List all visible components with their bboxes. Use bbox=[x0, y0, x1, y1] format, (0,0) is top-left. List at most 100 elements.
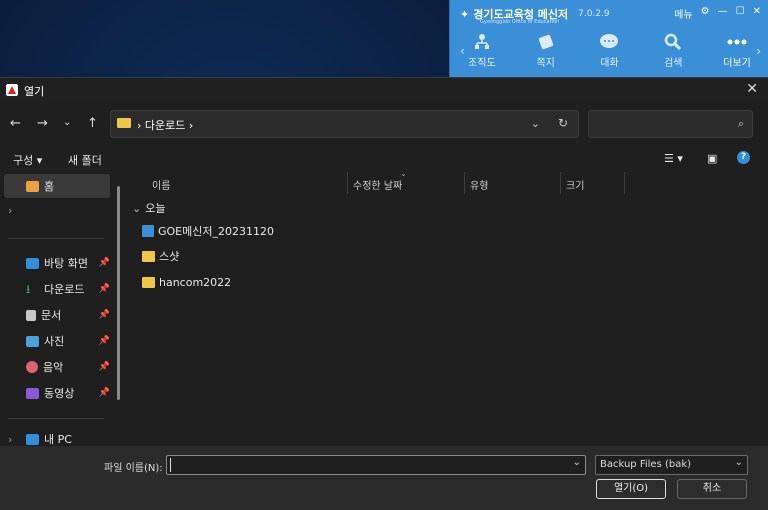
column-date-modified[interactable]: 수정한 날짜 bbox=[353, 177, 402, 192]
pin-icon[interactable]: 📌 bbox=[99, 258, 110, 268]
document-icon bbox=[26, 309, 36, 321]
column-divider[interactable] bbox=[560, 172, 561, 194]
list-item[interactable]: hancom2022 bbox=[142, 271, 231, 293]
home-icon bbox=[26, 180, 39, 192]
chat-icon bbox=[600, 34, 619, 48]
search-icon bbox=[665, 33, 682, 51]
filetype-select[interactable]: Backup Files (bak) ⌄ bbox=[595, 455, 748, 475]
sort-chevron-icon: ⌄ bbox=[400, 169, 407, 178]
sidebar-item-pictures[interactable]: 사진 📌 bbox=[0, 329, 112, 353]
messenger-logo-icon: ✦ bbox=[460, 7, 470, 21]
messenger-window: ✦ 경기도교육청 메신저 7.0.2.9 Gyeonggido Office o… bbox=[449, 0, 768, 78]
search-icon: ⌕ bbox=[737, 117, 744, 130]
org-chart-icon bbox=[474, 34, 489, 49]
messenger-nav-note[interactable]: 쪽지 bbox=[514, 30, 578, 74]
filename-field[interactable]: ⌄ bbox=[166, 455, 586, 475]
filename-label: 파일 이름(N): bbox=[104, 463, 163, 474]
chevron-down-icon[interactable]: ⌄ bbox=[573, 457, 581, 468]
column-size[interactable]: 크기 bbox=[566, 177, 584, 192]
chevron-right-icon[interactable]: › bbox=[8, 433, 12, 446]
sidebar-item-documents[interactable]: 문서 📌 bbox=[0, 303, 112, 327]
dialog-title: 열기 bbox=[24, 85, 45, 98]
sidebar-item-desktop[interactable]: 바탕 화면 📌 bbox=[0, 251, 112, 275]
sidebar-divider bbox=[8, 418, 104, 419]
breadcrumb-item-downloads[interactable]: 다운로드 bbox=[145, 119, 185, 132]
pin-icon[interactable]: 📌 bbox=[99, 362, 110, 372]
video-icon bbox=[26, 387, 39, 399]
messenger-nav-chat[interactable]: 대화 bbox=[578, 30, 642, 74]
messenger-version: 7.0.2.9 bbox=[578, 9, 610, 19]
pin-icon[interactable]: 📌 bbox=[99, 310, 110, 320]
column-divider[interactable] bbox=[624, 172, 625, 194]
maximize-icon[interactable]: ☐ bbox=[736, 6, 745, 21]
dialog-footer: 파일 이름(N): ⌄ Backup Files (bak) ⌄ 열기(O) 취… bbox=[0, 446, 768, 510]
sidebar-item-videos[interactable]: 동영상 📌 bbox=[0, 381, 112, 405]
column-name[interactable]: 이름 bbox=[152, 177, 170, 192]
view-list-icon[interactable]: ☰ ▾ bbox=[664, 152, 683, 165]
close-icon[interactable]: ✕ bbox=[746, 81, 758, 97]
note-icon bbox=[538, 34, 553, 50]
list-item[interactable]: 스샷 bbox=[142, 245, 179, 267]
messenger-nav-search[interactable]: 검색 bbox=[641, 30, 705, 74]
chevron-down-icon: ⌄ bbox=[132, 202, 142, 215]
computer-icon bbox=[26, 433, 39, 445]
preview-pane-icon[interactable]: ▣ bbox=[707, 152, 717, 165]
forward-arrow-icon[interactable]: → bbox=[37, 116, 48, 131]
cancel-button[interactable]: 취소 bbox=[677, 479, 747, 499]
app-file-icon bbox=[142, 225, 154, 237]
open-button[interactable]: 열기(O) bbox=[596, 479, 666, 499]
pin-icon[interactable]: 📌 bbox=[99, 284, 110, 294]
minimize-icon[interactable]: — bbox=[718, 6, 728, 21]
search-input[interactable]: ⌕ bbox=[588, 110, 753, 138]
column-divider[interactable] bbox=[464, 172, 465, 194]
pin-icon[interactable]: 📌 bbox=[99, 336, 110, 346]
sidebar-item-downloads[interactable]: ⭳ 다운로드 📌 bbox=[0, 277, 112, 301]
messenger-controls: 메뉴 ⚙ — ☐ ✕ bbox=[674, 6, 761, 21]
music-icon bbox=[26, 361, 38, 373]
text-caret bbox=[170, 458, 171, 472]
picture-icon bbox=[26, 335, 39, 347]
more-dots-icon bbox=[727, 39, 747, 45]
help-icon[interactable]: ? bbox=[737, 151, 750, 164]
desktop-icon bbox=[26, 257, 39, 269]
messenger-nav-more[interactable]: 더보기 bbox=[705, 30, 768, 74]
open-file-dialog: 열기 ✕ ← → ⌄ ↑ › 다운로드 › ⌄ ↻ ⌕ 구성 ▾ 새 폴더 ☰ … bbox=[0, 77, 768, 510]
gear-icon[interactable]: ⚙ bbox=[701, 6, 710, 21]
column-divider[interactable] bbox=[347, 172, 348, 194]
breadcrumb: › 다운로드 › bbox=[137, 119, 194, 132]
folder-icon bbox=[142, 250, 155, 262]
recent-locations-chevron-icon[interactable]: ⌄ bbox=[63, 117, 71, 128]
refresh-icon[interactable]: ↻ bbox=[558, 116, 568, 130]
command-bar: 구성 ▾ 새 폴더 ☰ ▾ ▣ ? bbox=[0, 146, 768, 172]
folder-icon bbox=[117, 118, 131, 128]
column-header: 이름 수정한 날짜 ⌄ 유형 크기 bbox=[128, 169, 768, 194]
messenger-menu-button[interactable]: 메뉴 bbox=[674, 6, 692, 21]
sidebar-item-home[interactable]: 홈 bbox=[4, 174, 110, 198]
organize-button[interactable]: 구성 ▾ bbox=[13, 152, 42, 168]
chevron-down-icon: ⌄ bbox=[734, 457, 743, 468]
address-row: ← → ⌄ ↑ › 다운로드 › ⌄ ↻ ⌕ bbox=[0, 106, 768, 140]
address-bar[interactable]: › 다운로드 › ⌄ ↻ bbox=[110, 110, 579, 138]
back-arrow-icon[interactable]: ← bbox=[10, 116, 21, 131]
chevron-down-icon[interactable]: ⌄ bbox=[531, 117, 540, 130]
close-icon[interactable]: ✕ bbox=[753, 6, 761, 21]
chevron-right-icon[interactable]: › bbox=[8, 204, 12, 217]
sidebar-scrollbar[interactable] bbox=[117, 186, 120, 400]
sidebar-divider bbox=[8, 238, 104, 239]
column-type[interactable]: 유형 bbox=[470, 177, 488, 192]
navigation-pane: 홈 › 바탕 화면 📌 ⭳ 다운로드 📌 문서 📌 사진 📌 음악 📌 동영상 … bbox=[0, 172, 126, 446]
up-arrow-icon[interactable]: ↑ bbox=[87, 116, 98, 131]
list-item[interactable]: GOE메신저_20231120 bbox=[142, 220, 274, 242]
dialog-titlebar: 열기 ✕ bbox=[0, 78, 768, 102]
pin-icon[interactable]: 📌 bbox=[99, 388, 110, 398]
app-icon bbox=[6, 84, 18, 96]
file-list: 이름 수정한 날짜 ⌄ 유형 크기 ⌄ 오늘 GOE메신저_20231120 스샷… bbox=[128, 169, 768, 446]
messenger-subtitle: Gyeonggido Office of Education bbox=[480, 19, 560, 25]
folder-icon bbox=[142, 276, 155, 288]
download-icon: ⭳ bbox=[26, 281, 31, 296]
messenger-nav: 조직도 쪽지 대화 검색 더보기 bbox=[450, 30, 768, 74]
messenger-nav-org[interactable]: 조직도 bbox=[450, 30, 514, 74]
new-folder-button[interactable]: 새 폴더 bbox=[68, 152, 102, 168]
group-header-today[interactable]: ⌄ 오늘 bbox=[132, 200, 165, 216]
sidebar-item-music[interactable]: 음악 📌 bbox=[0, 355, 112, 379]
